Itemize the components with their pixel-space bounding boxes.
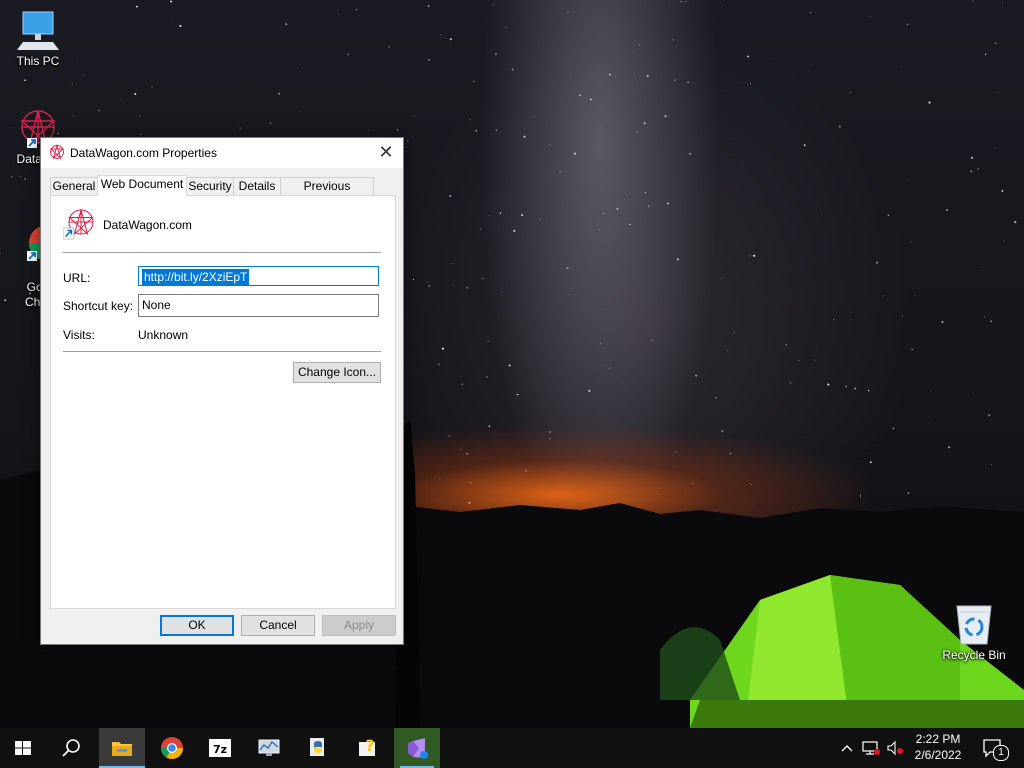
desktop-icon-label: Recycle Bin [942, 648, 1006, 662]
python-icon [310, 738, 324, 756]
7z-icon: 7z [209, 739, 231, 757]
divider [63, 351, 381, 352]
tab-details[interactable]: Details [233, 177, 281, 195]
visits-value: Unknown [138, 328, 189, 342]
tab-security[interactable]: Security [186, 177, 234, 195]
tab-previous-versions[interactable]: Previous Versions [280, 177, 374, 210]
shortcut-key-value: None [142, 298, 171, 312]
taskbar-task-manager[interactable] [246, 728, 292, 768]
taskbar-visual-studio[interactable] [394, 728, 440, 768]
datawagon-document-icon [63, 208, 94, 240]
windows-icon [15, 741, 31, 755]
notification-count-badge: 1 [993, 745, 1009, 761]
network-icon[interactable] [862, 740, 880, 756]
folder-icon [112, 742, 132, 756]
chevron-up-icon[interactable] [840, 743, 854, 753]
taskbar-python[interactable] [295, 728, 341, 768]
url-value: http://bit.ly/2XziEpT [142, 269, 250, 285]
desktop-icon-recycle-bin[interactable]: Recycle Bin [938, 602, 1010, 663]
taskbar-chrome[interactable] [149, 728, 195, 768]
taskbar-help[interactable]: ? [345, 728, 391, 768]
start-button[interactable] [0, 728, 46, 768]
dialog-title: DataWagon.com Properties [70, 146, 217, 160]
cancel-button[interactable]: Cancel [241, 615, 315, 636]
recycle-bin-icon [956, 605, 992, 645]
clock-date: 2/6/2022 [914, 748, 962, 762]
divider [63, 252, 381, 253]
svg-text:?: ? [365, 736, 374, 755]
7z-label: 7z [213, 743, 227, 756]
volume-muted-icon[interactable] [886, 740, 904, 756]
search-button[interactable] [48, 728, 94, 768]
desktop-icon-label: This PC [16, 54, 60, 68]
chrome-icon [161, 737, 183, 759]
shortcut-key-label: Shortcut key: [63, 299, 134, 313]
taskbar: 7z ? 2:22 PM 2/6/2022 1 [0, 728, 1024, 768]
dialog-titlebar[interactable]: DataWagon.com Properties ✕ [41, 138, 403, 168]
tab-general[interactable]: General [50, 177, 98, 195]
action-center-button[interactable]: 1 [978, 734, 1012, 762]
properties-dialog: DataWagon.com Properties ✕ General Web D… [40, 137, 404, 645]
web-document-panel: DataWagon.com URL: http://bit.ly/2XziEpT… [50, 195, 396, 609]
close-icon: ✕ [378, 142, 394, 162]
document-name: DataWagon.com [103, 218, 192, 232]
desktop-icon-this-pc[interactable]: This PC [2, 8, 74, 69]
search-icon [62, 739, 80, 757]
tab-web-document[interactable]: Web Document [97, 175, 187, 196]
shortcut-key-field[interactable]: None [138, 294, 379, 317]
taskbar-file-explorer[interactable] [99, 728, 145, 768]
clock[interactable]: 2:22 PM 2/6/2022 [908, 731, 968, 763]
help-icon: ? [359, 736, 375, 756]
change-icon-button[interactable]: Change Icon... [293, 362, 381, 383]
clock-time: 2:22 PM [915, 732, 961, 746]
url-label: URL: [63, 271, 91, 285]
visual-studio-icon [408, 738, 428, 759]
apply-button[interactable]: Apply [322, 615, 396, 636]
taskbar-7zip[interactable]: 7z [197, 728, 243, 768]
monitor-icon [258, 739, 280, 756]
datawagon-icon [49, 144, 65, 160]
visits-label: Visits: [63, 328, 95, 342]
computer-icon [17, 11, 59, 50]
url-field[interactable]: http://bit.ly/2XziEpT [138, 266, 379, 286]
ok-button[interactable]: OK [160, 615, 234, 636]
close-button[interactable]: ✕ [369, 138, 403, 168]
